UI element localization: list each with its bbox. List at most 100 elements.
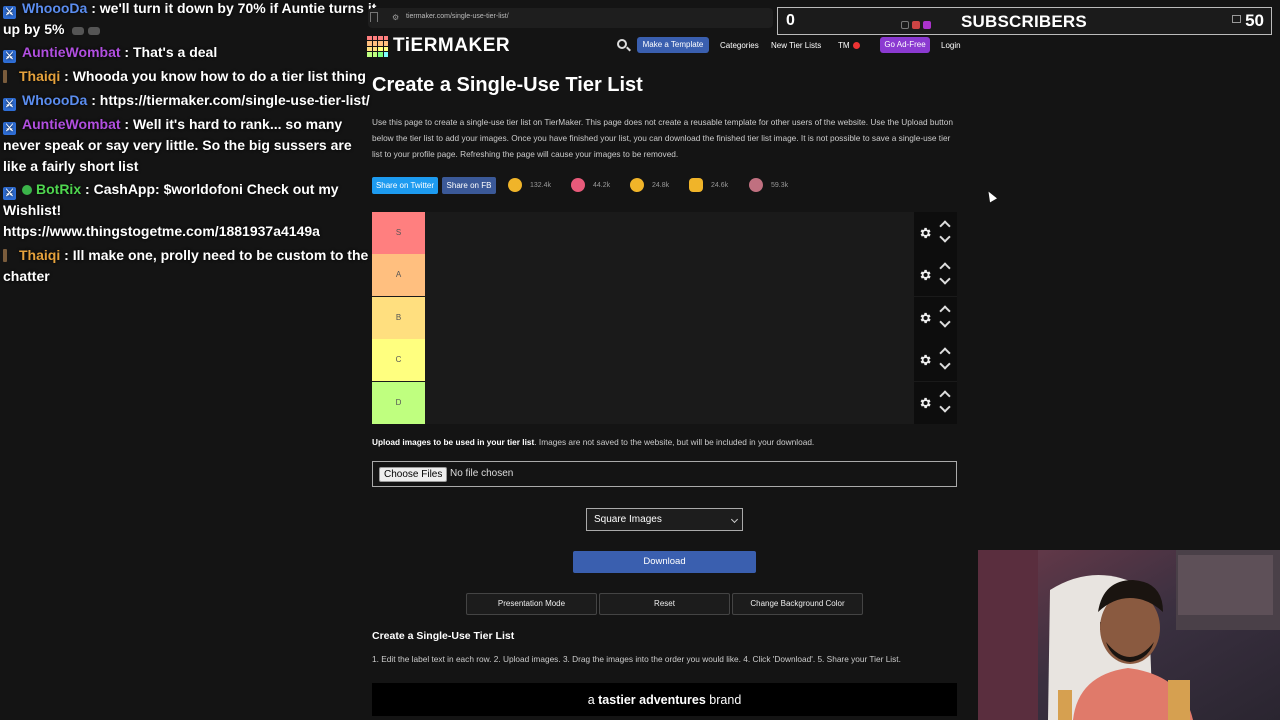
tier-controls [914,296,957,339]
download-button[interactable]: Download [573,551,756,573]
make-template-button[interactable]: Make a Template [637,37,709,53]
poop-icon [749,178,763,192]
gear-icon[interactable] [918,226,932,240]
tier-label[interactable]: C [372,339,425,382]
reset-button[interactable]: Reset [599,593,730,615]
change-background-button[interactable]: Change Background Color [732,593,863,615]
tier-row: D [372,381,957,424]
chat-username: Thaiqi [19,247,61,263]
share-bar: Share on Twitter Share on FB 132.4k 44.2… [372,177,802,195]
nav-categories[interactable]: Categories [720,41,759,50]
reaction-grin[interactable]: 132.4k [508,178,551,192]
share-fb-button[interactable]: Share on FB [442,177,496,194]
site-info-icon[interactable]: ⚙ [392,13,399,22]
chat-username: WhoooDa [22,92,88,108]
tier-row: S [372,212,957,254]
go-ad-free-button[interactable]: Go Ad-Free [880,37,930,53]
reaction-count: 24.6k [711,181,729,189]
upload-note-rest: . Images are not saved to the website, b… [534,437,815,447]
tier-list: SABCD [372,212,957,424]
moderator-badge-icon: ⚔ [3,122,16,135]
tier-drop-zone[interactable] [425,296,914,339]
move-down-icon[interactable] [939,358,951,370]
tier-label[interactable]: D [372,381,425,424]
upload-note-bold: Upload images to be used in your tier li… [372,437,535,447]
site-header: TiERMAKER Make a Template Categories New… [367,33,967,59]
reaction-count: 59.3k [771,181,789,189]
heart-eyes-face-icon [571,178,585,192]
chat-username: AuntieWombat [22,116,121,132]
chat-username: AuntieWombat [22,44,121,60]
file-upload-field[interactable]: Choose Files No file chosen [372,461,957,487]
gear-icon[interactable] [918,268,932,282]
nav-tm[interactable]: TM [838,41,860,50]
logo-text: TiERMAKER [393,35,511,56]
ad-pre: a [587,693,599,707]
tier-controls [914,339,957,382]
chat-message: Thaiqi : Ill make one, prolly need to be… [3,247,369,284]
moderator-badge-icon: ⚔ [3,98,16,111]
page-title: Create a Single-Use Tier List [372,74,643,96]
tier-drop-zone[interactable] [425,212,914,254]
how-to-steps: 1. Edit the label text in each row. 2. U… [372,654,901,664]
chat-text: Whooda you know how to do a tier list th… [72,68,366,84]
nav-login[interactable]: Login [941,41,961,50]
tier-label[interactable]: B [372,296,425,339]
image-shape-select[interactable]: Square Images [586,508,743,531]
ad-brand: tastier adventures [598,693,706,707]
move-down-icon[interactable] [939,273,951,286]
presentation-mode-button[interactable]: Presentation Mode [466,593,597,615]
gear-icon[interactable] [918,311,932,325]
move-down-icon[interactable] [939,231,951,243]
search-icon[interactable] [617,39,627,49]
chat-username: BotRix [36,181,82,197]
how-to-title: Create a Single-Use Tier List [372,630,515,642]
subscriber-goal: 50 [1245,11,1264,30]
nav-tm-label: TM [838,41,850,50]
tier-label[interactable]: S [372,212,425,254]
page-intro: Use this page to create a single-use tie… [372,117,953,159]
move-down-icon[interactable] [939,316,951,328]
chat-username: Thaiqi [19,68,61,84]
reaction-laughing[interactable]: 24.8k [630,178,669,192]
move-down-icon[interactable] [939,400,951,413]
tiermaker-logo[interactable]: TiERMAKER [367,35,510,57]
logo-grid-icon [367,35,388,57]
subscriber-badge-icon [3,70,7,83]
move-up-icon[interactable] [939,220,951,232]
subscriber-badge-icon [3,249,7,262]
chat-message: ⚔ WhoooDa : https://tiermaker.com/single-… [0,90,378,111]
chat-message: ⚔ AuntieWombat : That's a deal [0,42,378,63]
reaction-heart-eyes[interactable]: 44.2k [571,178,610,192]
mouse-cursor-icon [985,189,997,203]
move-up-icon[interactable] [939,305,951,317]
chat-text: https://tiermaker.com/single-use-tier-li… [99,92,370,108]
reaction-raised-hands[interactable]: 24.6k [689,178,728,192]
tier-controls [914,381,957,424]
bookmark-icon[interactable] [370,12,378,22]
tier-drop-zone[interactable] [425,254,914,297]
chat-message: ⚔ WhoooDa : we'll turn it down by 70% if … [3,0,377,37]
tier-row: A [372,254,957,297]
choose-files-button[interactable]: Choose Files [379,467,448,482]
reaction-poop[interactable]: 59.3k [749,178,788,192]
tier-drop-zone[interactable] [425,381,914,424]
gear-icon[interactable] [918,353,932,367]
nav-new-tier-lists[interactable]: New Tier Lists [771,41,821,50]
address-bar[interactable]: ⚙ tiermaker.com/single-use-tier-list/ [368,8,773,28]
share-twitter-button[interactable]: Share on Twitter [372,177,438,194]
url-text[interactable]: tiermaker.com/single-use-tier-list/ [406,13,509,20]
gear-icon[interactable] [918,396,932,410]
subscriber-count: 0 [786,12,795,29]
upload-note: Upload images to be used in your tier li… [372,437,814,447]
tier-label[interactable]: A [372,254,425,297]
raised-hands-icon [689,178,703,192]
move-up-icon[interactable] [939,347,951,359]
moderator-badge-icon: ⚔ [3,50,16,63]
ad-banner[interactable]: a tastier adventures brand [372,683,957,716]
tier-drop-zone[interactable] [425,339,914,382]
tier-controls [914,212,957,254]
verified-icon [22,185,32,195]
moderator-badge-icon: ⚔ [3,187,16,200]
move-up-icon[interactable] [939,389,951,402]
